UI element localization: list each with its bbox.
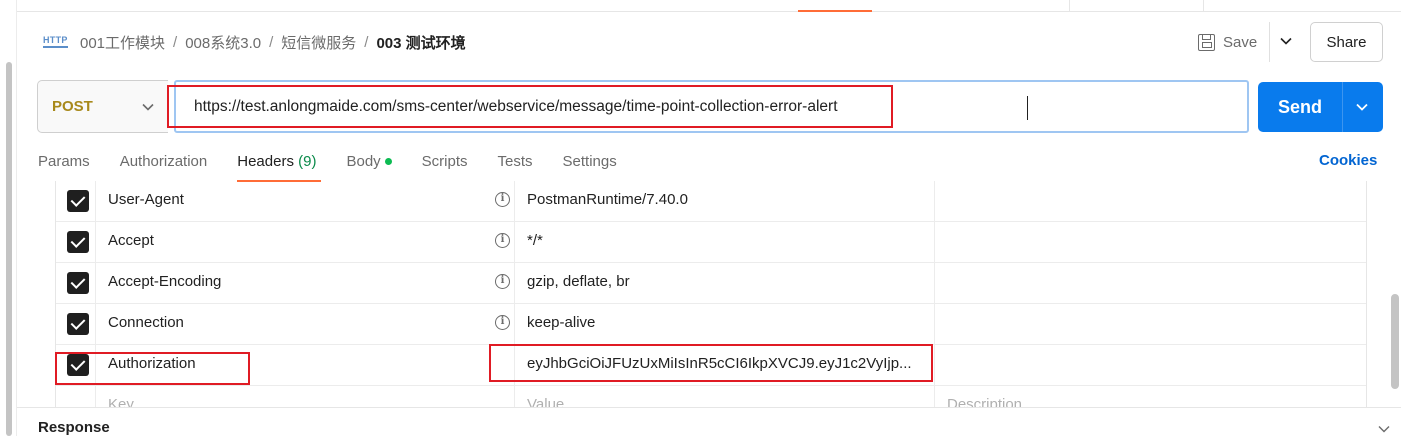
request-tabs: Params Authorization Headers (9) Body Sc… <box>38 152 647 182</box>
row-checkbox[interactable] <box>67 231 89 253</box>
header-key[interactable]: Authorization <box>96 345 515 386</box>
info-icon[interactable]: i <box>495 233 510 248</box>
row-checkbox[interactable] <box>67 190 89 212</box>
table-row: User-Agent i PostmanRuntime/7.40.0 <box>56 181 1366 222</box>
divider <box>1269 22 1270 62</box>
left-scrollbar-thumb[interactable] <box>6 62 12 436</box>
header-key[interactable]: Accept-Encoding <box>96 263 515 304</box>
header-key[interactable]: User-Agent <box>96 181 515 222</box>
breadcrumb-item[interactable]: 008系统3.0 <box>185 32 261 53</box>
header-description[interactable] <box>935 222 1366 263</box>
header-value[interactable]: gzip, deflate, br <box>515 263 935 304</box>
info-icon[interactable]: i <box>495 274 510 289</box>
header-description[interactable] <box>935 263 1366 304</box>
share-button[interactable]: Share <box>1310 22 1383 62</box>
row-checkbox[interactable] <box>67 354 89 376</box>
save-label: Save <box>1223 33 1258 51</box>
http-icon: HTTP <box>43 34 68 48</box>
tab-scripts[interactable]: Scripts <box>422 152 468 182</box>
row-checkbox-cell <box>56 345 96 386</box>
save-icon <box>1198 33 1215 51</box>
header-description[interactable] <box>935 181 1366 222</box>
body-indicator-dot <box>384 157 392 165</box>
tab-body[interactable]: Body <box>346 152 392 182</box>
table-row: Accept i */* <box>56 222 1366 263</box>
breadcrumb-separator: / <box>173 34 178 51</box>
info-icon[interactable]: i <box>495 315 510 330</box>
send-split-divider <box>1342 82 1343 132</box>
tab-strip <box>17 0 1401 12</box>
headers-table: User-Agent i PostmanRuntime/7.40.0 Accep… <box>55 181 1367 411</box>
info-icon[interactable]: i <box>495 192 510 207</box>
chevron-down-icon[interactable] <box>1377 422 1391 436</box>
table-row: Authorization eyJhbGciOiJFUzUxMiIsInR5cC… <box>56 345 1366 386</box>
header-description[interactable] <box>935 345 1366 386</box>
breadcrumb-item[interactable]: 001工作模块 <box>80 32 165 53</box>
row-checkbox[interactable] <box>67 313 89 335</box>
left-scrollbar-track <box>0 0 17 436</box>
row-checkbox-cell <box>56 263 96 304</box>
postman-request-view: HTTP 001工作模块 / 008系统3.0 / 短信微服务 / 003 测试… <box>0 0 1401 436</box>
request-name[interactable]: 003 测试环境 <box>376 32 465 53</box>
row-checkbox-cell <box>56 222 96 263</box>
chevron-down-icon <box>142 103 154 111</box>
breadcrumb: 001工作模块 / 008系统3.0 / 短信微服务 / 003 测试环境 <box>80 32 466 53</box>
save-button[interactable]: Save <box>1198 30 1257 54</box>
breadcrumb-item[interactable]: 短信微服务 <box>281 32 356 53</box>
url-text: https://test.anlongmaide.com/sms-center/… <box>194 98 838 115</box>
header-value[interactable]: PostmanRuntime/7.40.0 <box>515 181 935 222</box>
tab-authorization[interactable]: Authorization <box>120 152 208 182</box>
row-checkbox[interactable] <box>67 272 89 294</box>
header-key[interactable]: Connection <box>96 304 515 345</box>
tab-settings[interactable]: Settings <box>563 152 617 182</box>
header-value[interactable]: keep-alive <box>515 304 935 345</box>
header-key[interactable]: Accept <box>96 222 515 263</box>
header-value[interactable]: eyJhbGciOiJFUzUxMiIsInR5cCI6IkpXVCJ9.eyJ… <box>515 345 935 386</box>
send-button[interactable]: Send <box>1258 82 1383 132</box>
row-checkbox-cell <box>56 304 96 345</box>
tab-headers-count: (9) <box>298 153 317 170</box>
send-options-chevron-down-icon[interactable] <box>1355 100 1369 114</box>
response-label: Response <box>38 419 110 436</box>
method-label: POST <box>52 98 93 115</box>
tab-body-label: Body <box>346 153 381 170</box>
tab-params[interactable]: Params <box>38 152 90 182</box>
save-options-chevron-down-icon[interactable] <box>1279 34 1293 48</box>
tab-divider <box>1069 0 1070 12</box>
request-header: HTTP 001工作模块 / 008系统3.0 / 短信微服务 / 003 测试… <box>17 12 1401 72</box>
table-row: Connection i keep-alive <box>56 304 1366 345</box>
tab-divider <box>1203 0 1204 12</box>
tab-headers-label: Headers <box>237 153 294 170</box>
text-caret <box>1027 96 1028 120</box>
tab-tests[interactable]: Tests <box>498 152 533 182</box>
right-scrollbar-thumb[interactable] <box>1391 294 1399 389</box>
row-checkbox-cell <box>56 181 96 222</box>
send-label: Send <box>1277 96 1322 117</box>
tab-headers[interactable]: Headers (9) <box>237 152 322 182</box>
header-description[interactable] <box>935 304 1366 345</box>
cookies-link[interactable]: Cookies <box>1319 152 1377 169</box>
header-value[interactable]: */* <box>515 222 935 263</box>
breadcrumb-separator: / <box>269 34 274 51</box>
response-panel-header[interactable]: Response <box>17 407 1401 436</box>
url-input[interactable]: https://test.anlongmaide.com/sms-center/… <box>174 80 1249 133</box>
table-row: Accept-Encoding i gzip, deflate, br <box>56 263 1366 304</box>
breadcrumb-separator: / <box>364 34 369 51</box>
